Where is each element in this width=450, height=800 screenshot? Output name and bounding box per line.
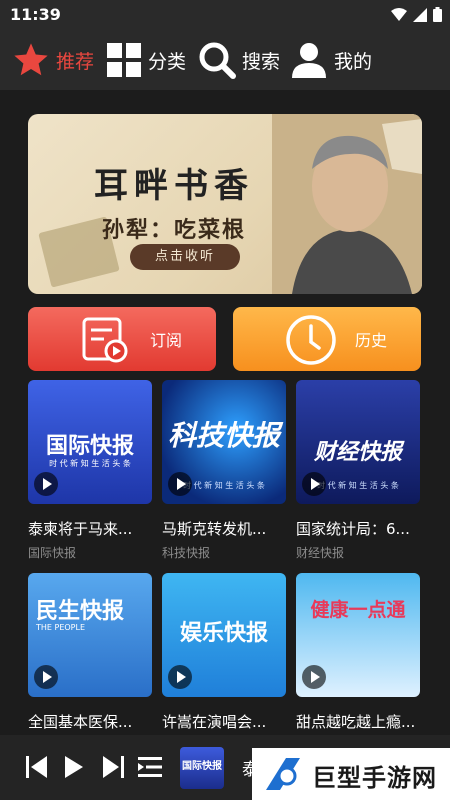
card-title: 马斯克转发机... bbox=[162, 520, 267, 538]
watermark-text: 巨型手游网 bbox=[312, 764, 437, 792]
history-button[interactable]: 历史 bbox=[233, 307, 421, 371]
card-category: 财经快报 bbox=[296, 546, 345, 560]
top-navigation: 推荐 分类 搜索 我的 bbox=[0, 30, 450, 90]
status-time: 11:39 bbox=[10, 5, 61, 24]
card-title: 国家统计局：6... bbox=[296, 520, 410, 538]
card-category: 国际快报 bbox=[28, 546, 77, 560]
history-label: 历史 bbox=[355, 331, 388, 350]
banner-subtitle: 孙犁：吃菜根 bbox=[102, 217, 247, 243]
nav-label-recommend: 推荐 bbox=[56, 50, 95, 73]
thumb-title: 健康一点通 bbox=[310, 599, 406, 621]
wifi-icon bbox=[391, 7, 407, 21]
banner-title: 耳畔书香 bbox=[94, 166, 254, 206]
battery-icon bbox=[433, 7, 442, 22]
card-title: 甜点越吃越上瘾... bbox=[296, 713, 416, 731]
featured-banner[interactable]: 耳畔书香 孙犁：吃菜根 点击收听 bbox=[28, 114, 422, 294]
nav-tab-category[interactable]: 分类 bbox=[106, 40, 186, 80]
thumb-title: 国际快报 bbox=[45, 434, 134, 459]
play-icon[interactable] bbox=[34, 665, 58, 689]
nav-label-category: 分类 bbox=[148, 50, 187, 73]
card-thumbnail: 财经快报 时 代 新 知 生 活 头 条 bbox=[296, 380, 420, 504]
subscribe-icon bbox=[82, 317, 128, 363]
thumb-title: 财经快报 bbox=[313, 440, 402, 465]
previous-icon[interactable] bbox=[26, 755, 48, 779]
search-icon bbox=[199, 42, 236, 79]
play-pause-icon[interactable] bbox=[64, 755, 84, 779]
status-bar: 11:39 bbox=[0, 0, 450, 30]
card-thumbnail: 科技快报 时 代 新 知 生 活 头 条 bbox=[162, 380, 286, 504]
clock-icon bbox=[286, 315, 336, 365]
now-playing-thumbnail[interactable]: 国际快报 bbox=[180, 747, 224, 789]
card-thumbnail: 娱乐快报 bbox=[162, 573, 286, 697]
play-icon[interactable] bbox=[168, 472, 192, 496]
thumb-title: 娱乐快报 bbox=[179, 621, 268, 646]
watermark: 巨型手游网 bbox=[252, 748, 450, 800]
mini-thumb-title: 国际快报 bbox=[182, 761, 222, 772]
user-icon bbox=[292, 43, 326, 78]
nav-tab-recommend[interactable]: 推荐 bbox=[12, 40, 94, 80]
play-icon[interactable] bbox=[168, 665, 192, 689]
star-icon bbox=[14, 43, 48, 76]
card-thumbnail: 民生快报 THE PEOPLE bbox=[28, 573, 152, 697]
card-thumbnail: 健康一点通 bbox=[296, 573, 420, 697]
thumb-title: 民生快报 bbox=[36, 599, 125, 624]
play-icon[interactable] bbox=[302, 665, 326, 689]
banner-listen-button[interactable]: 点击收听 bbox=[130, 244, 240, 270]
card-title: 泰柬将于马来... bbox=[28, 520, 133, 538]
thumb-subtitle: 时 代 新 知 生 活 头 条 bbox=[49, 459, 131, 468]
card-title: 全国基本医保... bbox=[28, 713, 133, 731]
portrait-image bbox=[272, 114, 422, 294]
subscribe-button[interactable]: 订阅 bbox=[28, 307, 216, 371]
play-icon[interactable] bbox=[34, 472, 58, 496]
nav-label-mine: 我的 bbox=[334, 50, 373, 73]
thumb-title: 科技快报 bbox=[167, 419, 280, 452]
watermark-logo bbox=[266, 758, 300, 790]
card-thumbnail: 国际快报 时 代 新 知 生 活 头 条 bbox=[28, 380, 152, 504]
nav-tab-search[interactable]: 搜索 bbox=[198, 40, 280, 80]
playlist-icon[interactable] bbox=[138, 755, 162, 779]
play-icon[interactable] bbox=[302, 472, 326, 496]
status-icons bbox=[391, 7, 442, 22]
subscribe-label: 订阅 bbox=[150, 331, 183, 350]
thumb-subtitle: THE PEOPLE bbox=[36, 623, 86, 632]
signal-icon bbox=[413, 7, 427, 22]
card-title: 许嵩在演唱会... bbox=[162, 713, 267, 731]
nav-tab-mine[interactable]: 我的 bbox=[290, 40, 372, 80]
next-icon[interactable] bbox=[102, 755, 124, 779]
nav-label-search: 搜索 bbox=[242, 50, 281, 73]
grid-icon bbox=[107, 43, 141, 77]
card-category: 科技快报 bbox=[162, 546, 211, 560]
